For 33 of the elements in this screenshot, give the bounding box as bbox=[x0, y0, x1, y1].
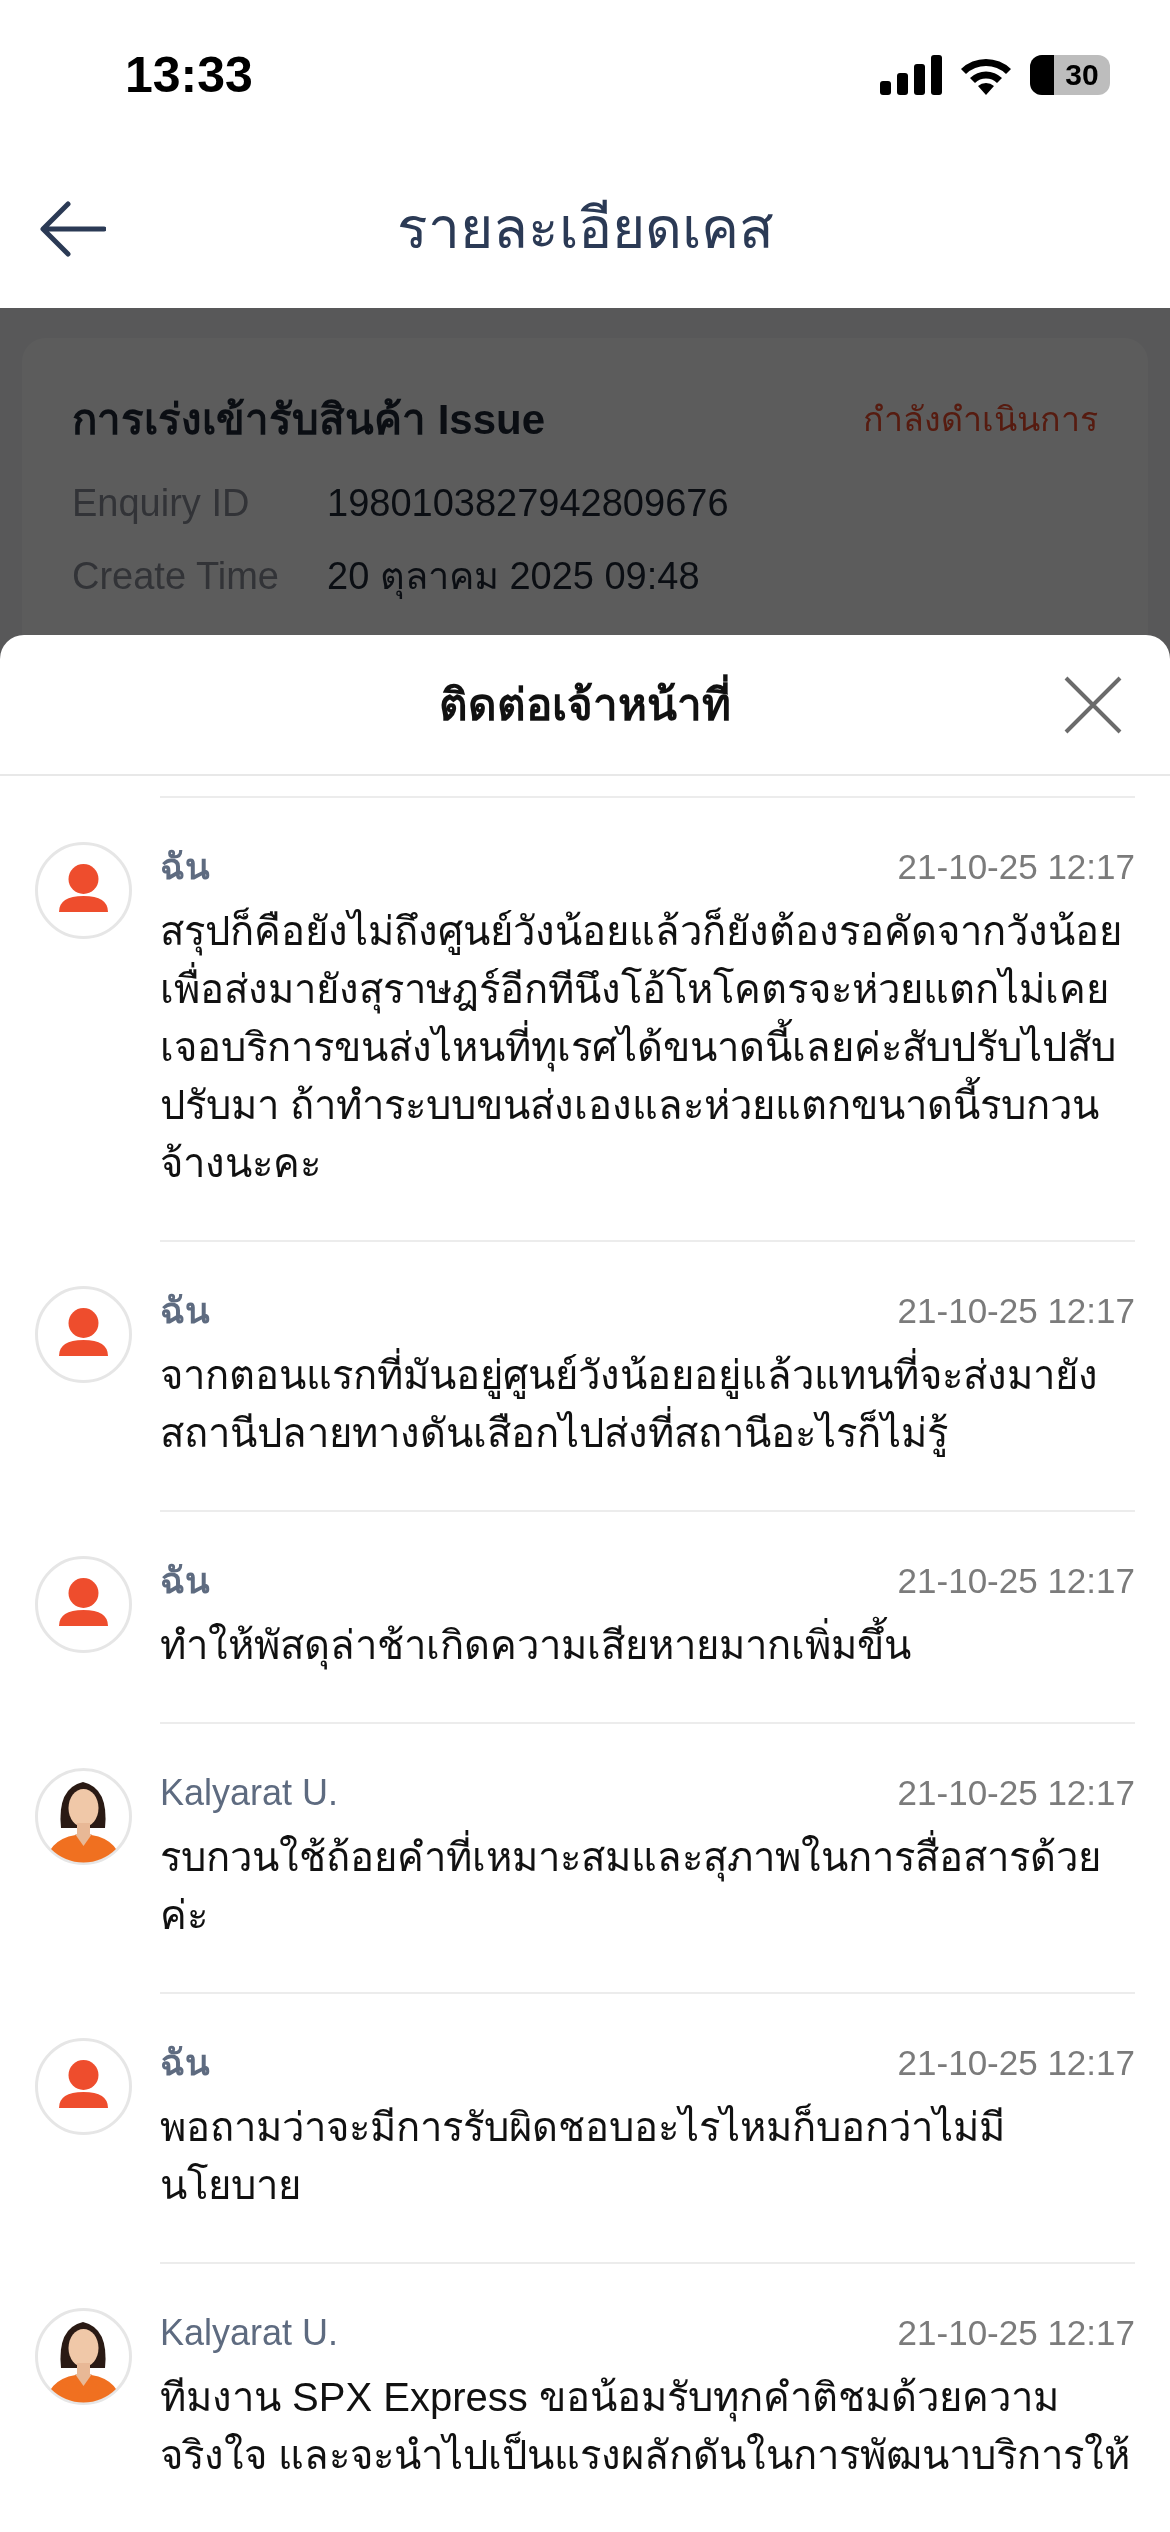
status-label: กำลังดำเนินการ bbox=[863, 399, 1098, 440]
message-time: 21-10-25 12:17 bbox=[897, 2041, 1135, 2084]
message-text: ทำให้พัสดุล่าช้าเกิดความเสียหายมากเพิ่มขึ้น bbox=[160, 1616, 1135, 1674]
avatar-icon bbox=[35, 1286, 132, 1383]
signal-icon bbox=[880, 55, 942, 95]
message-time: 21-10-25 12:17 bbox=[897, 1559, 1135, 1602]
message-text: พอถามว่าจะมีการรับผิดชอบอะไรไหมก็บอกว่าไม่มีนโยบาย bbox=[160, 2102, 1006, 2209]
avatar-icon bbox=[35, 2038, 132, 2135]
field-value: 1980103827942809676 bbox=[327, 481, 729, 526]
close-icon[interactable] bbox=[1064, 675, 1122, 734]
avatar-icon bbox=[35, 842, 132, 939]
sender-name: Kalyarat U. bbox=[160, 2311, 339, 2355]
sender-name: ฉัน bbox=[160, 1559, 210, 1603]
sender-name: ฉัน bbox=[160, 2041, 210, 2085]
clock-time: 13:33 bbox=[125, 45, 253, 105]
message-time: 21-10-25 12:17 bbox=[897, 845, 1135, 888]
battery-icon: 30 bbox=[1030, 55, 1110, 95]
page-title: รายละเอียดเคส bbox=[396, 195, 774, 263]
sender-name: Kalyarat U. bbox=[160, 1771, 339, 1815]
sender-name: ฉัน bbox=[160, 1289, 210, 1333]
message-text: ทีมงาน SPX Express ขอน้อมรับทุกคำติชมด้วยความจริงใจ และจะนำไปเป็นแรงผลักดันในการพัฒนาบริการให้ bbox=[160, 2374, 1132, 2474]
message-time: 21-10-25 12:17 bbox=[897, 1289, 1135, 1332]
message-text: สรุปก็คือยังไม่ถึงศูนย์วังน้อยแล้วก็ยังต้องรอคัดจากวังน้อยเพื่อส่งมายังสุราษฎร์อีกทีนึงโอ้โหโคตรจะห่วยแตกไม่เคยเจอบริการขนส่งไหนที่ทุเรศได้ขนาดนี้เลยค่ะสับปรับไปสับปรับมา ถ้าทำระบบขนส่งเองและห่วยแตกขนาดนี้รบกวนจ้างนะคะ bbox=[160, 906, 1123, 1187]
avatar-icon bbox=[35, 1556, 132, 1653]
message-text: จากตอนแรกที่มันอยู่ศูนย์วังน้อยอยู่แล้วแทนที่จะส่งมายังสถานีปลายทางดันเสือกไปส่งที่สถานีอะไรก็ไม่รู้ bbox=[160, 1346, 1135, 1462]
message-time: 21-10-25 12:17 bbox=[897, 2311, 1135, 2354]
sheet-title: ติดต่อเจ้าหน้าที่ bbox=[439, 671, 731, 738]
sender-name: ฉัน bbox=[160, 845, 210, 889]
back-arrow-icon[interactable] bbox=[40, 201, 106, 257]
case-title: การเร่งเข้ารับสินค้า Issue bbox=[72, 395, 546, 445]
field-value: 20 ตุลาคม 2025 09:48 bbox=[327, 554, 700, 601]
message-text: รบกวนใช้ถ้อยคำที่เหมาะสมและสุภาพในการสื่อสารด้วยค่ะ bbox=[160, 1828, 1135, 1944]
message-time: 21-10-25 12:17 bbox=[897, 1771, 1135, 1814]
